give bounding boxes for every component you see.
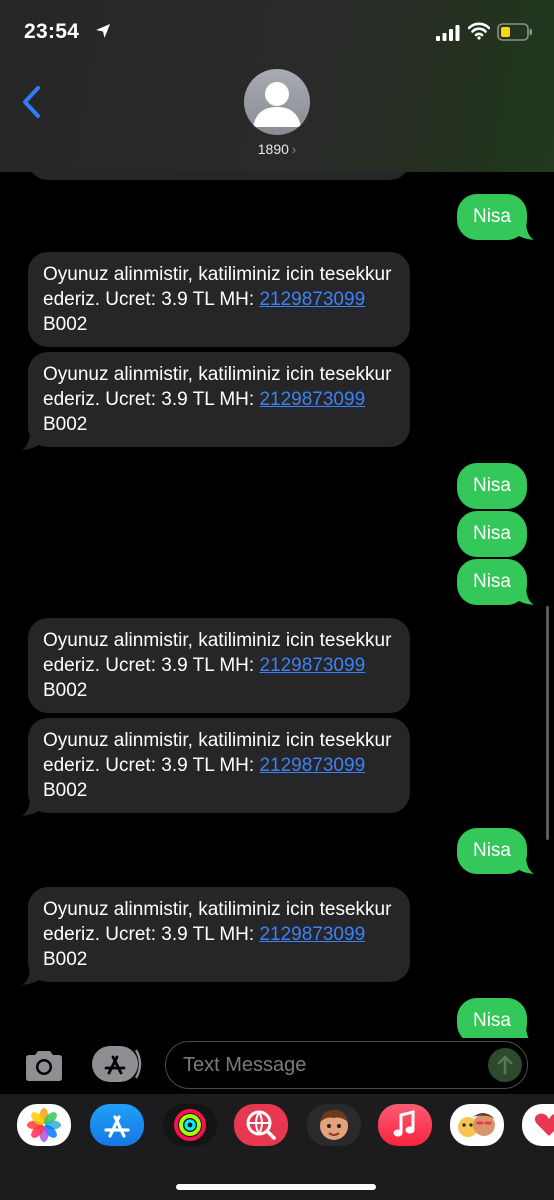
message-text: Nisa [472,475,511,496]
send-button[interactable] [488,1048,522,1082]
message-text: Nisa [472,1010,511,1031]
activity-icon[interactable] [163,1104,217,1146]
contact-name[interactable]: 1890 › [0,141,554,157]
contact-name-label: 1890 [257,141,289,157]
message-suffix: B002 [43,314,88,335]
app-store-button-icon[interactable] [92,1046,144,1082]
incoming-bubble-tail [22,966,42,985]
memoji-icon[interactable] [307,1104,361,1146]
phone-number-link[interactable]: 2129873099 [259,924,365,945]
outgoing-message-bubble[interactable]: Nisa [456,463,527,509]
location-arrow-icon [96,24,110,38]
wifi-icon [468,22,490,40]
camera-icon[interactable] [22,1046,66,1086]
phone-number-link[interactable]: 2129873099 [259,755,365,776]
incoming-bubble-tail [22,797,42,816]
photos-flower-icon [27,1108,61,1142]
scroll-indicator[interactable] [546,606,549,840]
back-chevron-icon[interactable] [18,84,46,120]
outgoing-bubble-tail [514,221,534,240]
memoji-face-icon [320,1110,348,1140]
message-suffix: B002 [43,680,88,701]
person-silhouette-icon [253,82,301,127]
app-store-icon[interactable] [90,1104,144,1146]
message-suffix: B002 [43,780,88,801]
message-text: Nisa [472,206,511,227]
phone-number-link[interactable]: 2129873099 [259,389,365,410]
incoming-message-bubble[interactable]: Oyunuz alinmistir, katiliminiz icin tese… [28,618,410,713]
cellular-signal-icon [436,25,460,41]
incoming-message-bubble[interactable]: Oyunuz alinmistir, katiliminiz icin tese… [28,352,410,447]
music-note-icon [393,1110,415,1137]
app-store-a-icon [104,1115,130,1138]
photos-app-icon[interactable] [17,1104,71,1146]
globe-search-icon [246,1110,276,1140]
battery-icon [497,23,532,41]
message-input-field[interactable] [165,1041,528,1089]
input-bar [0,1038,554,1094]
incoming-message-bubble[interactable]: Oyunuz alinmistir, katiliminiz icin tese… [28,252,410,347]
status-bar: 23:54 [0,0,554,62]
message-text: Nisa [472,840,511,861]
sticker-faces-icon [458,1112,495,1137]
message-text: Nisa [472,571,511,592]
phone-number-link[interactable]: 2129873099 [259,655,365,676]
arrow-up-icon [497,1055,513,1075]
heart-icon [534,1113,554,1136]
phone-number-link[interactable]: 2129873099 [259,289,365,310]
status-time: 23:54 [24,20,80,43]
message-suffix: B002 [43,414,88,435]
chevron-right-icon: › [291,142,297,157]
memoji-stickers-icon[interactable] [450,1104,504,1146]
incoming-message-bubble[interactable]: Oyunuz alinmistir, katiliminiz icin tese… [28,887,410,982]
activity-rings-icon [174,1109,206,1141]
message-suffix: B002 [43,949,88,970]
incoming-message-bubble[interactable]: Oyunuz alinmistir, katiliminiz icin tese… [28,718,410,813]
digital-touch-icon[interactable] [522,1104,554,1146]
message-input[interactable] [183,1050,483,1080]
incoming-bubble-partial [28,172,410,180]
outgoing-bubble-tail [514,855,534,874]
outgoing-bubble-tail [514,1025,529,1038]
images-search-icon[interactable] [234,1104,288,1146]
music-icon[interactable] [378,1104,432,1146]
incoming-bubble-tail [22,431,42,450]
message-text: Nisa [472,523,511,544]
contact-avatar[interactable] [244,69,310,135]
outgoing-message-bubble[interactable]: Nisa [456,511,527,557]
message-thread[interactable]: Nisa Oyunuz alinmistir, katiliminiz icin … [0,172,554,1038]
home-indicator[interactable] [176,1184,376,1190]
outgoing-bubble-tail [514,586,534,605]
